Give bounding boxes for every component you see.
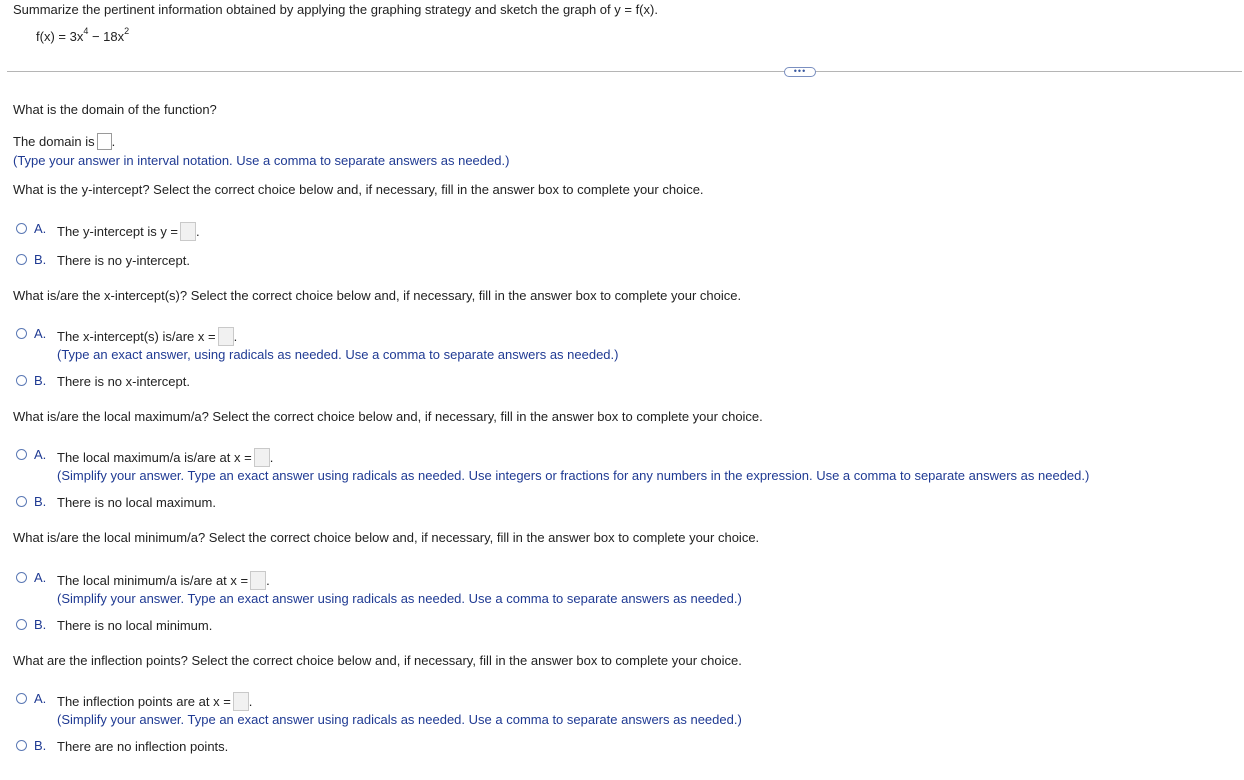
y-intercept-option-b-letter: B. bbox=[34, 252, 47, 267]
y-intercept-option-a-letter: A. bbox=[34, 221, 47, 236]
y-intercept-option-b-radio[interactable] bbox=[16, 254, 27, 265]
x-intercept-option-a-letter: A. bbox=[34, 326, 47, 341]
inflection-option-a-letter: A. bbox=[34, 691, 47, 706]
inflection-option-a-radio[interactable] bbox=[16, 693, 27, 704]
local-min-option-a[interactable]: The local minimum/a is/are at x =. bbox=[57, 571, 270, 590]
x-intercept-option-b-radio[interactable] bbox=[16, 375, 27, 386]
x-intercept-answer-box[interactable] bbox=[217, 327, 234, 346]
local-min-question: What is/are the local minimum/a? Select … bbox=[13, 530, 760, 545]
local-max-answer-box[interactable] bbox=[253, 448, 270, 467]
inflection-question: What are the inflection points? Select t… bbox=[13, 653, 742, 668]
function-mid: − 18x bbox=[88, 29, 125, 44]
x-intercept-option-a-radio[interactable] bbox=[16, 328, 27, 339]
y-intercept-option-a-text: The y-intercept is y = bbox=[57, 224, 179, 239]
local-min-option-b-text[interactable]: There is no local minimum. bbox=[57, 618, 212, 633]
exponent-2: 2 bbox=[124, 26, 130, 36]
section-divider bbox=[7, 71, 1242, 72]
local-min-option-a-letter: A. bbox=[34, 570, 47, 585]
inflection-option-b-radio[interactable] bbox=[16, 740, 27, 751]
local-max-question: What is/are the local maximum/a? Select … bbox=[13, 409, 763, 424]
y-intercept-option-b-text[interactable]: There is no y-intercept. bbox=[57, 253, 190, 268]
local-min-answer-box[interactable] bbox=[250, 571, 267, 590]
x-intercept-option-b-text[interactable]: There is no x-intercept. bbox=[57, 374, 190, 389]
function-lhs: f(x) = 3x bbox=[36, 29, 84, 44]
domain-answer-row: The domain is. bbox=[13, 133, 116, 150]
inflection-answer-box[interactable] bbox=[232, 692, 249, 711]
domain-hint: (Type your answer in interval notation. … bbox=[13, 153, 510, 168]
function-definition: f(x) = 3x4 − 18x2 bbox=[36, 26, 130, 44]
local-min-option-a-radio[interactable] bbox=[16, 572, 27, 583]
y-intercept-option-a[interactable]: The y-intercept is y =. bbox=[57, 222, 200, 241]
local-max-option-a-text: The local maximum/a is/are at x = bbox=[57, 450, 252, 465]
local-min-option-b-letter: B. bbox=[34, 617, 47, 632]
problem-prompt: Summarize the pertinent information obta… bbox=[13, 2, 658, 17]
domain-answer-box[interactable] bbox=[96, 133, 112, 150]
domain-label: The domain is bbox=[13, 134, 95, 149]
exponent-4: 4 bbox=[83, 26, 89, 36]
local-max-hint: (Simplify your answer. Type an exact ans… bbox=[57, 468, 1090, 483]
x-intercept-option-b-letter: B. bbox=[34, 373, 47, 388]
local-max-option-b-letter: B. bbox=[34, 494, 47, 509]
inflection-option-a-text: The inflection points are at x = bbox=[57, 694, 231, 709]
local-max-option-b-radio[interactable] bbox=[16, 496, 27, 507]
inflection-option-b-text[interactable]: There are no inflection points. bbox=[57, 739, 228, 754]
x-intercept-hint: (Type an exact answer, using radicals as… bbox=[57, 347, 619, 362]
more-options-button[interactable]: ••• bbox=[784, 67, 816, 77]
local-max-option-a-radio[interactable] bbox=[16, 449, 27, 460]
local-min-option-b-radio[interactable] bbox=[16, 619, 27, 630]
x-intercept-option-a[interactable]: The x-intercept(s) is/are x =. bbox=[57, 327, 237, 346]
domain-question: What is the domain of the function? bbox=[13, 102, 217, 117]
inflection-option-b-letter: B. bbox=[34, 738, 47, 753]
y-intercept-option-a-radio[interactable] bbox=[16, 223, 27, 234]
inflection-option-a[interactable]: The inflection points are at x =. bbox=[57, 692, 252, 711]
local-min-hint: (Simplify your answer. Type an exact ans… bbox=[57, 591, 742, 606]
y-intercept-question: What is the y-intercept? Select the corr… bbox=[13, 182, 704, 197]
local-min-option-a-text: The local minimum/a is/are at x = bbox=[57, 573, 249, 588]
x-intercept-question: What is/are the x-intercept(s)? Select t… bbox=[13, 288, 742, 303]
y-intercept-answer-box[interactable] bbox=[180, 222, 197, 241]
local-max-option-a[interactable]: The local maximum/a is/are at x =. bbox=[57, 448, 273, 467]
local-max-option-b-text[interactable]: There is no local maximum. bbox=[57, 495, 216, 510]
x-intercept-option-a-text: The x-intercept(s) is/are x = bbox=[57, 329, 216, 344]
local-max-option-a-letter: A. bbox=[34, 447, 47, 462]
inflection-hint: (Simplify your answer. Type an exact ans… bbox=[57, 712, 742, 727]
